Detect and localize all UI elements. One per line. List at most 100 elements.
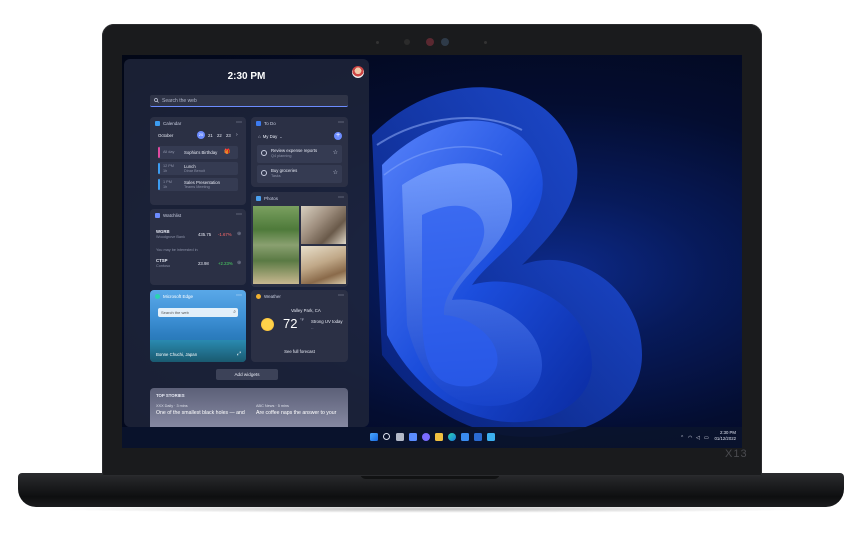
- add-stock-icon[interactable]: ⊕: [237, 260, 241, 266]
- calendar-event-row[interactable]: 1 PM 1h Sales Presentation Teams Meeting: [158, 178, 238, 191]
- todo-item-title: Buy groceries: [271, 168, 298, 173]
- calendar-month: October: [158, 133, 174, 138]
- todo-item-title: Review expense reports: [271, 148, 318, 153]
- edge-more-icon[interactable]: ⋯: [236, 292, 242, 299]
- widgets-search-bar[interactable]: Search the web: [150, 95, 348, 107]
- calendar-event-row[interactable]: 12 PM 1h Lunch Dinar Benoit: [158, 162, 238, 175]
- top-stories-title: TOP STORIES: [156, 393, 185, 398]
- photo-room[interactable]: [301, 246, 346, 284]
- weather-unit[interactable]: °F: [300, 317, 304, 322]
- taskbar-date: 01/12/2022: [714, 436, 736, 441]
- todo-widget[interactable]: To Do ⋯ ⌂ My Day ⌄ + Review expense repo…: [251, 117, 348, 187]
- edge-icon[interactable]: [448, 433, 456, 441]
- search-icon: ⌕: [233, 309, 236, 315]
- weather-more-icon[interactable]: ⋯: [338, 292, 344, 299]
- todo-item[interactable]: Review expense reports Q4 planning ☆: [257, 145, 342, 163]
- stock-suggestion-label: You may be interested in: [156, 248, 198, 252]
- event-time: 12 PM: [163, 164, 174, 168]
- story-item[interactable]: ABC News · 5 mins Are coffee naps the an…: [256, 404, 348, 416]
- photos-title: Photos: [264, 196, 279, 201]
- edge-icon: [155, 294, 160, 299]
- ir-sensor: [404, 39, 410, 45]
- search-placeholder: Search the web: [162, 97, 197, 104]
- watchlist-widget[interactable]: Watchlist ⋯ WGRB Woodgrove Bank 435.75 -…: [150, 209, 246, 285]
- stock-symbol: WGRB: [156, 229, 170, 234]
- weather-forecast-link[interactable]: See full forecast: [251, 349, 348, 354]
- wifi-icon[interactable]: ◠: [688, 435, 692, 441]
- calendar-day-21[interactable]: 21: [208, 133, 213, 138]
- screen: 2:30 PM Search the web Calendar ⋯ Octobe…: [122, 55, 742, 448]
- event-title: Sophia's Birthday: [184, 150, 218, 155]
- gift-icon: 🎁: [224, 149, 231, 155]
- start-icon[interactable]: [370, 433, 378, 441]
- widgets-panel: 2:30 PM Search the web Calendar ⋯ Octobe…: [124, 59, 369, 427]
- todo-list-name: My Day: [262, 134, 278, 139]
- battery-icon[interactable]: ▭: [704, 435, 709, 441]
- task-view-icon[interactable]: [396, 433, 404, 441]
- watchlist-title: Watchlist: [163, 213, 182, 218]
- calendar-event-row[interactable]: All day Sophia's Birthday 🎁: [158, 146, 238, 159]
- chevron-up-icon[interactable]: ⌃: [680, 435, 684, 441]
- edge-widget[interactable]: Microsoft Edge ⋯ Search the web ⌕ Bonne …: [150, 290, 246, 362]
- chat-icon[interactable]: [422, 433, 430, 441]
- todo-item-subtitle: Tasks: [271, 174, 281, 178]
- taskbar-clock[interactable]: 2:30 PM 01/12/2022: [714, 430, 736, 442]
- story-source: ABC News · 5 mins: [256, 404, 289, 408]
- chevron-right-icon[interactable]: ›: [236, 132, 238, 138]
- photos-more-icon[interactable]: ⋯: [338, 194, 344, 201]
- stock-row[interactable]: CTSP Contoso 23.98 +2.23% ⊕: [156, 258, 242, 274]
- star-icon[interactable]: ☆: [333, 149, 338, 156]
- weather-icon: [256, 294, 261, 299]
- taskbar: ⌃ ◠ ◁ ▭ 2:30 PM 01/12/2022: [122, 427, 742, 448]
- event-time: 1 PM: [163, 180, 172, 184]
- mic-dot-right: [484, 41, 487, 44]
- search-icon[interactable]: [383, 433, 390, 440]
- stock-row[interactable]: WGRB Woodgrove Bank 435.75 -1.67% ⊕: [156, 229, 242, 245]
- calendar-day-23[interactable]: 23: [226, 133, 231, 138]
- star-icon[interactable]: ☆: [333, 169, 338, 176]
- stock-change: +2.23%: [218, 261, 233, 266]
- photo-shelf[interactable]: [301, 206, 346, 244]
- calendar-title: Calendar: [163, 121, 182, 126]
- file-explorer-icon[interactable]: [435, 433, 443, 441]
- todo-more-icon[interactable]: ⋯: [338, 119, 344, 126]
- calendar-widget[interactable]: Calendar ⋯ October 20 21 22 23 › All day…: [150, 117, 246, 205]
- calendar-day-20[interactable]: 20: [197, 131, 205, 139]
- todo-item[interactable]: Buy groceries Tasks ☆: [257, 165, 342, 183]
- todo-checkbox[interactable]: [261, 170, 267, 176]
- photo-plants[interactable]: [253, 206, 299, 284]
- stock-price: 435.75: [198, 232, 212, 237]
- mail-icon[interactable]: [474, 433, 482, 441]
- edge-beach-sand: [150, 340, 246, 362]
- todo-checkbox[interactable]: [261, 150, 267, 156]
- todo-item-subtitle: Q4 planning: [271, 154, 292, 158]
- edge-search-input[interactable]: Search the web ⌕: [158, 308, 238, 317]
- volume-icon[interactable]: ◁: [696, 435, 700, 441]
- add-stock-icon[interactable]: ⊕: [237, 231, 241, 237]
- add-task-icon[interactable]: +: [334, 132, 342, 140]
- story-item[interactable]: XXX Daily · 3 mins One of the smallest b…: [156, 404, 248, 416]
- widgets-icon[interactable]: [409, 433, 417, 441]
- weather-widget[interactable]: Weather ⋯ Valley Park, CA 72 °F Strong U…: [251, 290, 348, 362]
- calendar-day-22[interactable]: 22: [217, 133, 222, 138]
- add-widgets-button[interactable]: Add widgets: [216, 369, 278, 380]
- todo-list-selector[interactable]: ⌂ My Day ⌄: [258, 134, 283, 139]
- top-stories-widget[interactable]: TOP STORIES XXX Daily · 3 mins One of th…: [150, 388, 348, 427]
- event-subtitle: Dinar Benoit: [184, 169, 205, 173]
- store-icon[interactable]: [461, 433, 469, 441]
- watchlist-more-icon[interactable]: ⋯: [236, 211, 242, 218]
- photos-widget[interactable]: Photos ⋯: [251, 192, 348, 287]
- event-time: All day: [163, 150, 175, 154]
- edge-title: Microsoft Edge: [163, 294, 194, 299]
- calendar-more-icon[interactable]: ⋯: [236, 119, 242, 126]
- weather-location: Valley Park, CA: [291, 308, 321, 313]
- webcam-lens: [441, 38, 449, 46]
- user-avatar[interactable]: [352, 66, 364, 78]
- search-icon: [154, 98, 159, 103]
- widgets-clock: 2:30 PM: [227, 71, 266, 82]
- mic-dot-left: [376, 41, 379, 44]
- weather-temperature: 72: [283, 316, 298, 331]
- expand-icon[interactable]: ⤢: [237, 351, 241, 357]
- photos-app-icon[interactable]: [487, 433, 495, 441]
- story-source: XXX Daily · 3 mins: [156, 404, 188, 408]
